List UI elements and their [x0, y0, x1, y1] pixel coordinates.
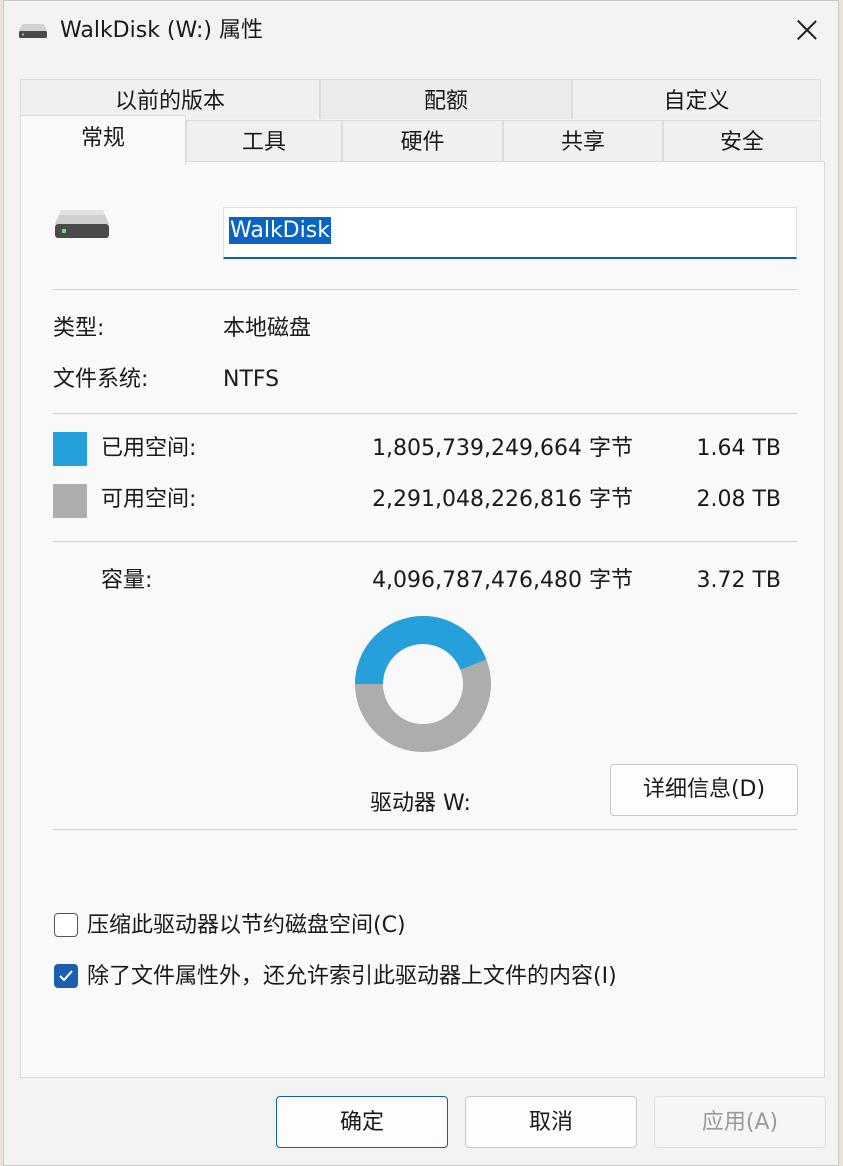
divider [53, 289, 797, 290]
file-system-label: 文件系统: [53, 367, 149, 392]
compress-checkbox[interactable] [54, 913, 78, 937]
general-panel: WalkDisk 类型: 本地磁盘 文件系统: NTFS 已用空间: 1,805… [20, 161, 825, 1078]
index-label[interactable]: 除了文件属性外，还允许索引此驱动器上文件的内容(I) [87, 962, 617, 992]
drive-letter-label: 驱动器 W: [370, 791, 471, 816]
divider [53, 829, 797, 830]
drive-name-text: WalkDisk [229, 217, 331, 244]
free-space-size: 2.08 TB [696, 487, 781, 512]
capacity-bytes: 4,096,787,476,480 字节 [372, 568, 633, 593]
used-space-bytes: 1,805,739,249,664 字节 [372, 436, 633, 461]
tab-customize[interactable]: 自定义 [572, 79, 821, 119]
compress-label[interactable]: 压缩此驱动器以节约磁盘空间(C) [87, 911, 406, 941]
properties-window: WalkDisk (W:) 属性 以前的版本 配额 自定义 常规 工具 硬件 共… [3, 0, 839, 1166]
close-button[interactable] [776, 1, 838, 59]
capacity-label: 容量: [101, 568, 153, 593]
drive-name-input[interactable]: WalkDisk [223, 207, 797, 259]
index-checkbox[interactable] [54, 964, 78, 988]
file-system-value: NTFS [223, 367, 280, 392]
drive-icon [19, 24, 47, 38]
cancel-button[interactable]: 取消 [465, 1096, 637, 1148]
divider [53, 413, 797, 414]
checkmark-icon [59, 970, 73, 982]
tab-previous-versions[interactable]: 以前的版本 [20, 79, 320, 119]
tab-sharing[interactable]: 共享 [503, 120, 663, 162]
type-value: 本地磁盘 [223, 316, 312, 341]
tab-quota[interactable]: 配额 [320, 79, 572, 119]
window-title: WalkDisk (W:) 属性 [60, 18, 263, 43]
details-button[interactable]: 详细信息(D) [610, 764, 798, 816]
disk-usage-donut [355, 616, 491, 752]
tab-hardware[interactable]: 硬件 [342, 120, 503, 162]
used-space-swatch [53, 432, 87, 466]
ok-button[interactable]: 确定 [276, 1096, 448, 1148]
free-space-label: 可用空间: [101, 487, 197, 512]
drive-icon [55, 210, 109, 238]
tab-security[interactable]: 安全 [663, 120, 821, 162]
apply-button[interactable]: 应用(A) [654, 1096, 826, 1148]
divider [53, 541, 797, 542]
free-space-swatch [53, 484, 87, 518]
title-bar[interactable]: WalkDisk (W:) 属性 [4, 1, 838, 63]
tab-tools[interactable]: 工具 [186, 120, 342, 162]
used-space-size: 1.64 TB [696, 436, 781, 461]
tab-general[interactable]: 常规 [20, 115, 186, 165]
free-space-bytes: 2,291,048,226,816 字节 [372, 487, 633, 512]
type-label: 类型: [53, 316, 105, 341]
used-space-label: 已用空间: [101, 436, 197, 461]
capacity-size: 3.72 TB [696, 568, 781, 593]
